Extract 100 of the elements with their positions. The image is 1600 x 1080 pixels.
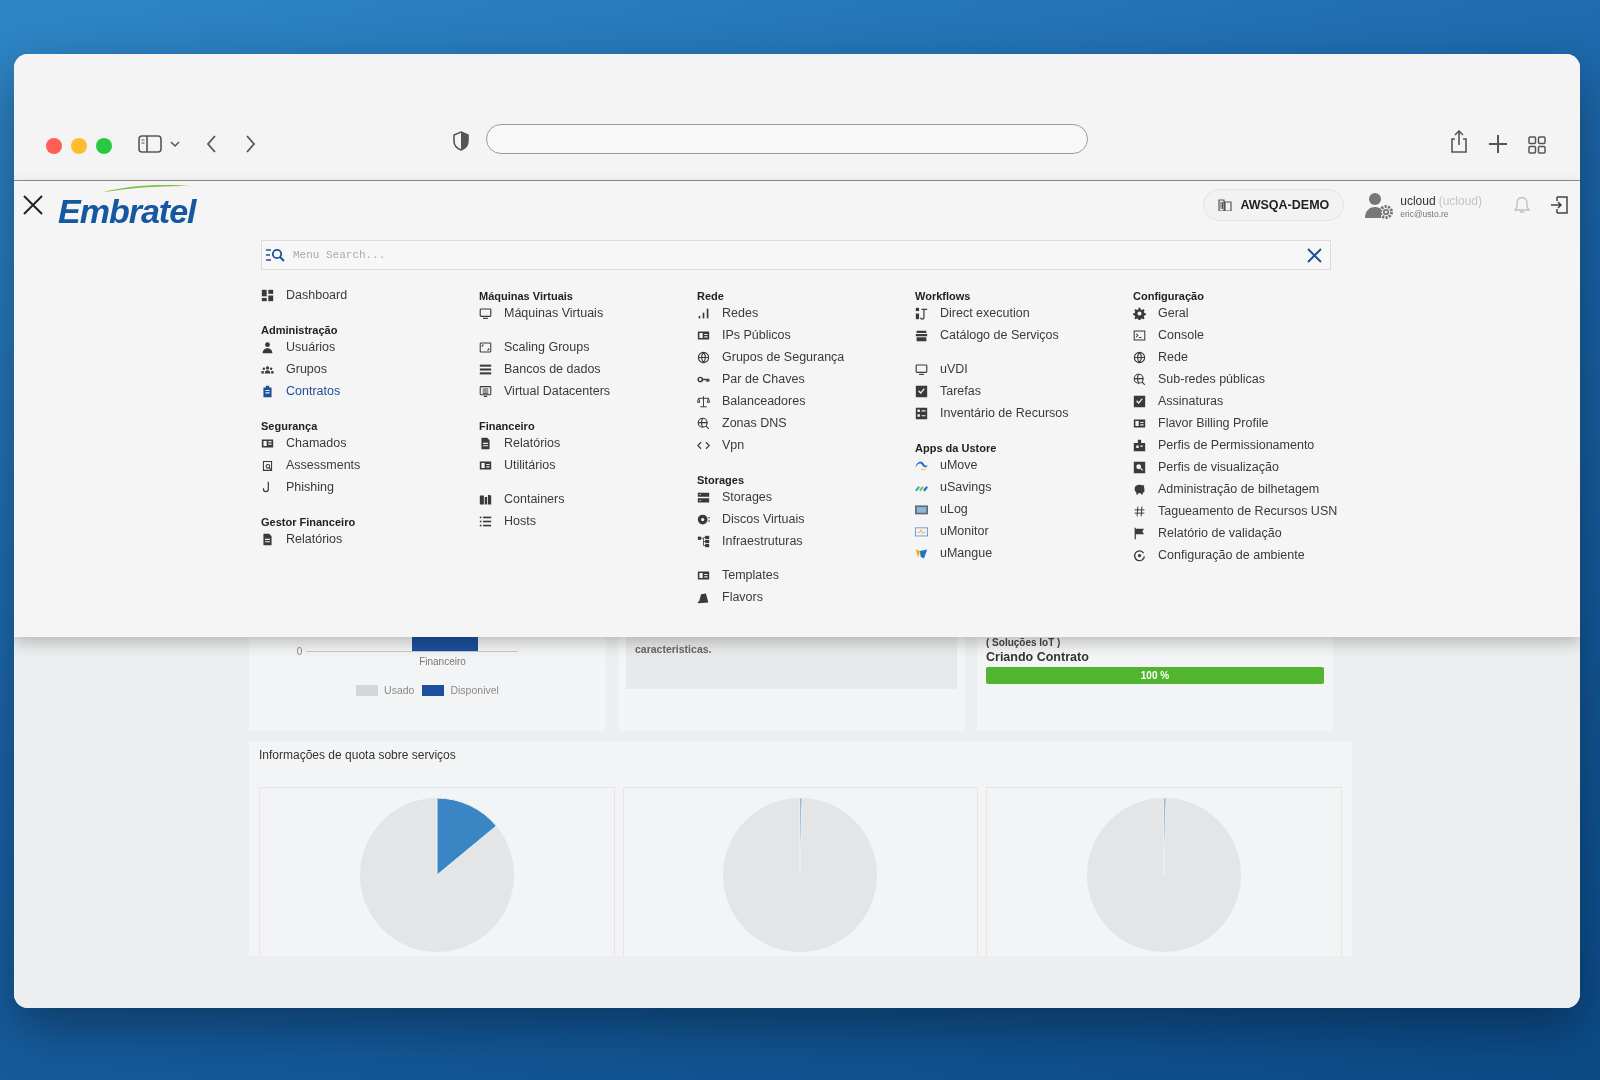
person-icon <box>261 340 274 354</box>
menu-item[interactable]: Bancos de dados <box>479 358 601 380</box>
menu-item[interactable]: Phishing <box>261 476 334 498</box>
menu-item[interactable]: Templates <box>697 564 779 586</box>
menu-item[interactable]: uLog <box>915 498 968 520</box>
menu-item[interactable]: Chamados <box>261 432 347 454</box>
circular-arrow-icon <box>1133 548 1146 562</box>
list-card-icon <box>915 406 928 420</box>
menu-item[interactable]: Zonas DNS <box>697 412 787 434</box>
back-icon[interactable] <box>206 134 218 154</box>
menu-item[interactable]: Relatório de validação <box>1133 522 1282 544</box>
close-icon[interactable] <box>22 193 44 216</box>
menu-item[interactable]: Relatórios <box>261 528 343 550</box>
user-email: eric@usto.re <box>1400 208 1450 219</box>
menu-item[interactable]: Administração de bilhetagem <box>1133 478 1320 500</box>
menu-group-title: Segurança <box>261 419 319 432</box>
tab-overview-icon[interactable] <box>1528 136 1546 154</box>
menu-item[interactable]: Discos Virtuais <box>697 508 805 530</box>
wave-icon <box>915 458 928 472</box>
menu-item[interactable]: Catálogo de Serviços <box>915 324 1059 346</box>
search-icon <box>265 247 285 263</box>
frame-icon <box>479 340 492 354</box>
menu-item[interactable]: Vpn <box>697 434 745 456</box>
menu-item[interactable]: Tarefas <box>915 380 981 402</box>
share-icon[interactable] <box>1450 130 1468 154</box>
server-icon <box>697 490 710 504</box>
menu-item[interactable]: uVDI <box>915 358 968 380</box>
menu-item[interactable]: Flavor Billing Profile <box>1133 412 1269 434</box>
signal-icon <box>697 306 710 320</box>
legend-label: Usado <box>384 684 415 696</box>
menu-group-title: Administração <box>261 323 339 336</box>
plus-icon[interactable] <box>1488 134 1508 154</box>
user-name: ucloud <box>1400 193 1436 208</box>
menu-group-title: Rede <box>697 289 725 302</box>
shield-icon[interactable] <box>452 131 470 151</box>
menu-item[interactable]: Containers <box>479 488 565 510</box>
menu-item[interactable]: Configuração de ambiente <box>1133 544 1305 566</box>
menu-item[interactable]: Sub-redes públicas <box>1133 368 1265 390</box>
menu-item[interactable]: Utilitários <box>479 454 556 476</box>
sidebar-icon[interactable] <box>138 134 162 154</box>
document-icon <box>479 436 492 450</box>
menu-item[interactable]: Grupos de Segurança <box>697 346 845 368</box>
clear-icon[interactable] <box>1307 247 1322 263</box>
menu-item[interactable]: Storages <box>697 486 773 508</box>
tenant-button[interactable]: AWSQA-DEMO <box>1203 188 1345 221</box>
scale-icon <box>697 394 710 408</box>
menu-item[interactable]: uMove <box>915 454 978 476</box>
menu-item[interactable]: Assinaturas <box>1133 390 1224 412</box>
menu-item[interactable]: Máquinas Virtuais <box>479 302 604 324</box>
book-icon <box>479 492 492 506</box>
menu-item[interactable]: Grupos <box>261 358 327 380</box>
axis-tick: 0 <box>296 646 303 657</box>
menu-item[interactable]: Assessments <box>261 454 361 476</box>
menu-item[interactable]: uMangue <box>915 542 993 564</box>
menu-item[interactable]: Hosts <box>479 510 536 532</box>
menu-group-title: Financeiro <box>479 419 536 432</box>
menu-item[interactable]: Par de Chaves <box>697 368 805 390</box>
piggy-bank-icon <box>1133 482 1146 496</box>
menu-item[interactable]: uSavings <box>915 476 992 498</box>
quota-title: Informações de quota sobre serviços <box>259 747 457 764</box>
search-field[interactable]: Menu Search... <box>291 248 1307 262</box>
monitor-list-icon <box>479 384 492 398</box>
menu-item[interactable]: IPs Públicos <box>697 324 791 346</box>
list-icon <box>479 514 492 528</box>
user-settings-icon[interactable] <box>1364 190 1395 219</box>
screen-icon <box>915 502 928 516</box>
menu-item[interactable]: Flavors <box>697 586 763 608</box>
address-bar[interactable] <box>486 124 1088 154</box>
menu-item[interactable]: Balanceadores <box>697 390 806 412</box>
info-text: caracteristicas. <box>626 637 957 689</box>
menu-item[interactable]: Infraestruturas <box>697 530 803 552</box>
menu-item[interactable]: Usuários <box>261 336 336 358</box>
contract-tag: ( Soluções IoT ) <box>986 637 1324 648</box>
logout-icon[interactable] <box>1550 195 1568 214</box>
document-icon <box>261 532 274 546</box>
menu-item[interactable]: Rede <box>1133 346 1188 368</box>
menu-item[interactable]: Perfis de visualização <box>1133 456 1279 478</box>
menu-item[interactable]: Relatórios <box>479 432 561 454</box>
menu-item[interactable]: Dashboard <box>261 284 348 306</box>
legend-label: Disponivel <box>450 684 499 696</box>
menu-item[interactable]: Geral <box>1133 302 1189 324</box>
gear-icon <box>1133 306 1146 320</box>
flag-icon <box>1133 526 1146 540</box>
globe-icon <box>697 350 710 364</box>
menu-item[interactable]: Console <box>1133 324 1204 346</box>
menu-item[interactable]: Contratos <box>261 380 341 402</box>
menu-search-bar[interactable]: Menu Search... <box>261 240 1331 270</box>
menu-item[interactable]: Inventário de Recursos <box>915 402 1069 424</box>
menu-item[interactable]: Virtual Datacenters <box>479 380 611 402</box>
menu-group-title: Apps da Ustore <box>915 441 998 454</box>
menu-item[interactable]: Perfis de Permissionamento <box>1133 434 1315 456</box>
window-close-button[interactable] <box>46 138 62 154</box>
menu-item[interactable]: Scaling Groups <box>479 336 590 358</box>
menu-item[interactable]: uMonitor <box>915 520 989 542</box>
menu-item[interactable]: Tagueamento de Recursos USN <box>1133 500 1338 522</box>
menu-group-title: Configuração <box>1133 289 1205 302</box>
forward-icon[interactable] <box>244 134 256 154</box>
menu-item[interactable]: Redes <box>697 302 759 324</box>
monitor-icon <box>479 306 492 320</box>
menu-item[interactable]: Direct execution <box>915 302 1030 324</box>
